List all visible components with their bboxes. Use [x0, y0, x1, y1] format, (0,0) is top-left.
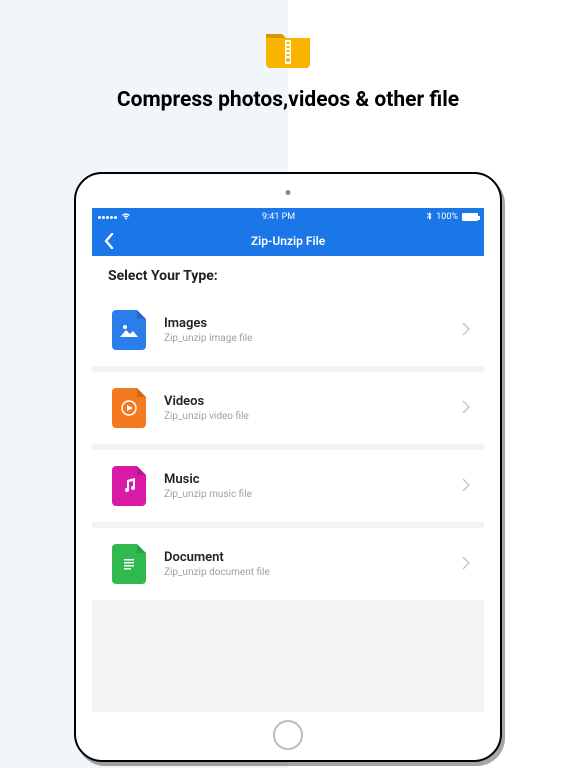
- row-title: Videos: [164, 394, 444, 409]
- music-file-icon: [112, 466, 146, 506]
- row-title: Images: [164, 316, 444, 331]
- row-document[interactable]: Document Zip_unzip document file: [92, 528, 484, 600]
- back-button[interactable]: [100, 232, 118, 250]
- section-header: Select Your Type:: [92, 256, 484, 294]
- device-camera: [286, 190, 291, 195]
- row-videos[interactable]: Videos Zip_unzip video file: [92, 372, 484, 444]
- chevron-right-icon: [462, 477, 470, 496]
- video-file-icon: [112, 388, 146, 428]
- battery-label: 100%: [436, 212, 458, 222]
- row-images[interactable]: Images Zip_unzip image file: [92, 294, 484, 366]
- tablet-frame: 9:41 PM 100% Zip-Unzip File Select Your …: [74, 172, 502, 762]
- chevron-right-icon: [462, 555, 470, 574]
- wifi-icon: [121, 212, 131, 223]
- row-title: Document: [164, 550, 444, 565]
- battery-icon: [462, 213, 478, 221]
- row-music[interactable]: Music Zip_unzip music file: [92, 450, 484, 522]
- home-button[interactable]: [273, 720, 303, 750]
- hero-title: Compress photos,videos & other file: [0, 88, 576, 112]
- status-bar: 9:41 PM 100%: [92, 208, 484, 226]
- row-subtitle: Zip_unzip image file: [164, 333, 444, 344]
- zip-folder-icon: [264, 28, 312, 72]
- status-time: 9:41 PM: [262, 212, 295, 222]
- row-title: Music: [164, 472, 444, 487]
- row-subtitle: Zip_unzip music file: [164, 489, 444, 500]
- row-subtitle: Zip_unzip document file: [164, 567, 444, 578]
- image-file-icon: [112, 310, 146, 350]
- bluetooth-icon: [426, 211, 432, 223]
- chevron-right-icon: [462, 321, 470, 340]
- document-file-icon: [112, 544, 146, 584]
- signal-icon: [98, 216, 117, 219]
- nav-bar: Zip-Unzip File: [92, 226, 484, 256]
- device-screen: 9:41 PM 100% Zip-Unzip File Select Your …: [92, 208, 484, 712]
- nav-title: Zip-Unzip File: [251, 234, 325, 248]
- row-subtitle: Zip_unzip video file: [164, 411, 444, 422]
- chevron-right-icon: [462, 399, 470, 418]
